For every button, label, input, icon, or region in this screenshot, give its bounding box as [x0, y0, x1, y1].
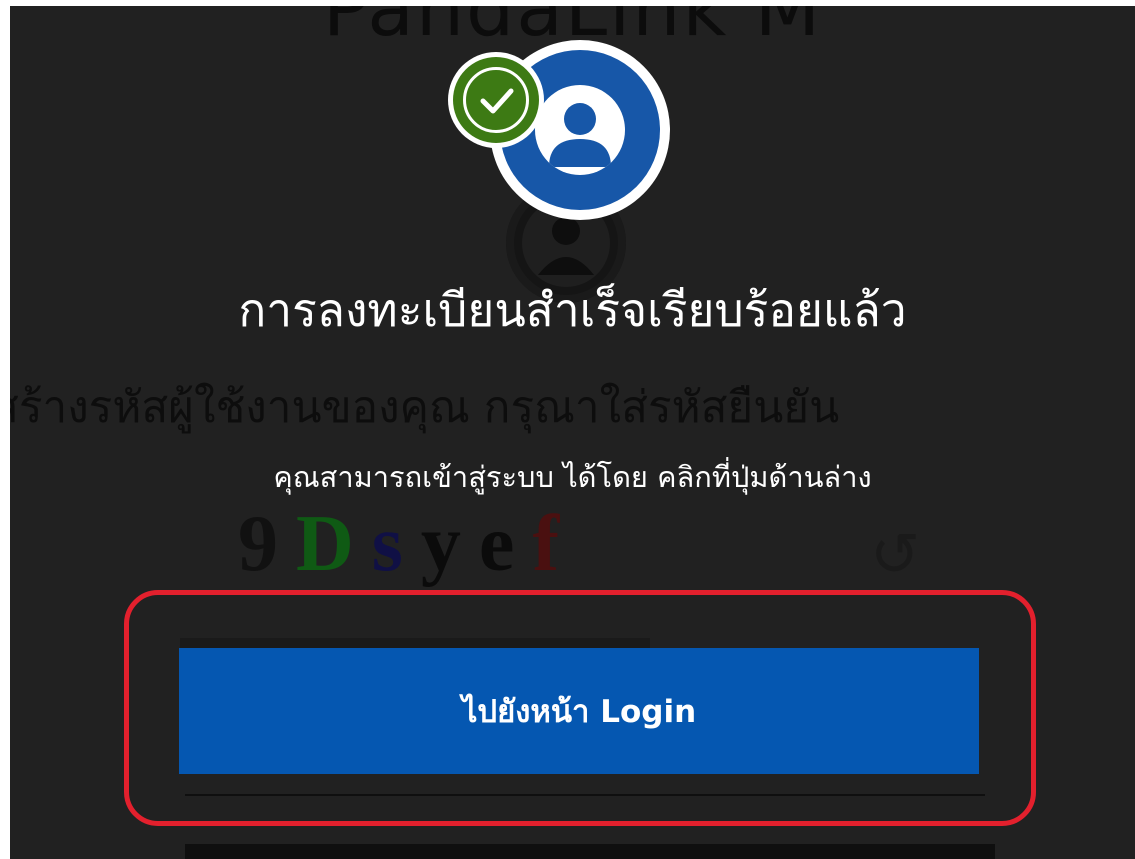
background-bottom-bar — [185, 844, 995, 859]
modal-overlay: PandaLink M สร้างรหัสผู้ใช้งานของคุณ กรุ… — [10, 6, 1135, 859]
refresh-icon: ↺ — [870, 520, 921, 590]
captcha-character: e — [478, 500, 515, 588]
background-description: สร้างรหัสผู้ใช้งานของคุณ กรุณาใส่รหัสยืน… — [10, 382, 840, 433]
captcha-character: y — [420, 500, 461, 588]
captcha-character: 9 — [238, 500, 278, 588]
captcha-character: f — [532, 500, 560, 588]
background-captcha: 9Dsyef — [238, 494, 838, 594]
captcha-character: D — [296, 500, 354, 588]
modal-title: การลงทะเบียนสำเร็จเรียบร้อยแล้ว — [238, 283, 907, 337]
modal-subtitle: คุณสามารถเข้าสู่ระบบ ได้โดย คลิกที่ปุ่มด… — [273, 460, 872, 494]
captcha-character: s — [371, 500, 403, 588]
check-circle-icon — [448, 52, 544, 148]
go-to-login-button[interactable]: ไปยังหน้า Login — [179, 648, 979, 774]
